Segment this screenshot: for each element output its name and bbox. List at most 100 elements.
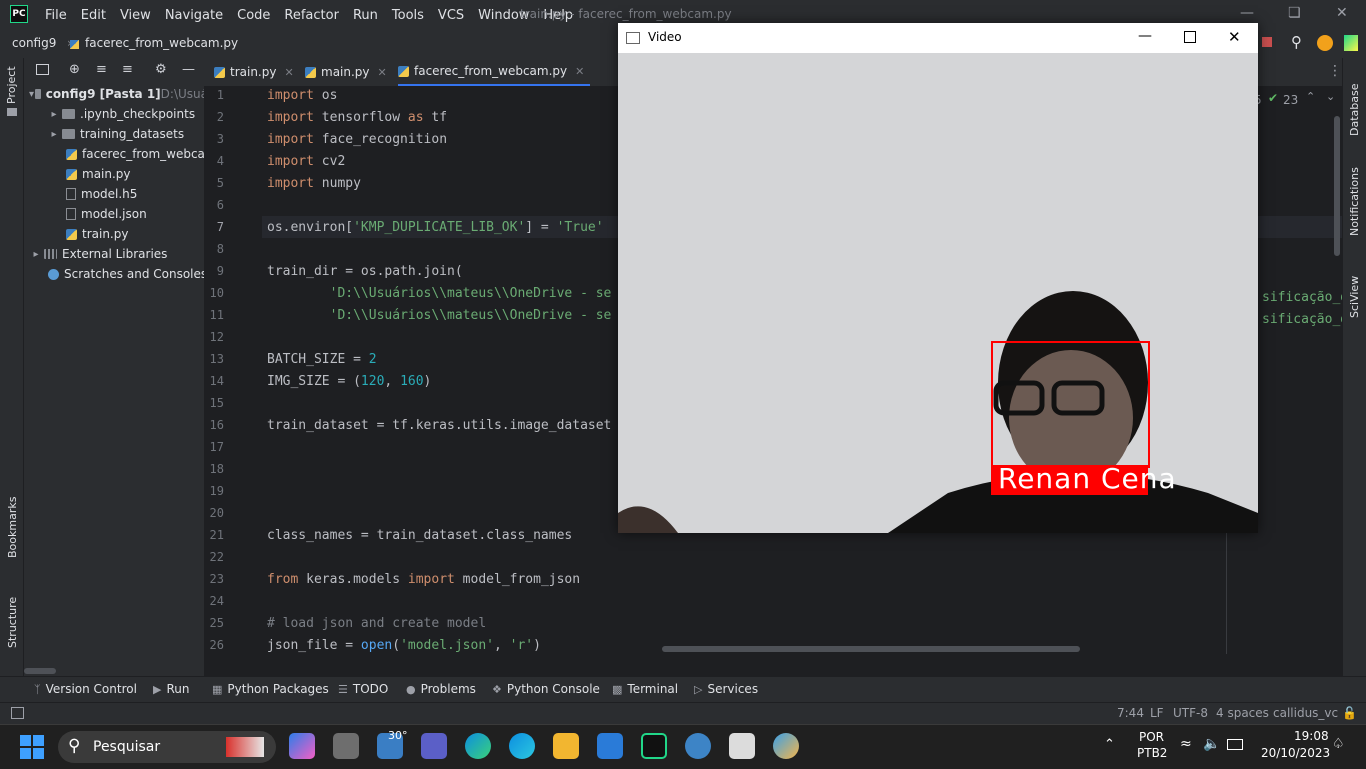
video-app-icon[interactable] — [729, 733, 755, 759]
code-line[interactable]: from keras.models import model_from_json — [267, 572, 580, 587]
battery-icon[interactable] — [1227, 739, 1243, 750]
tab-main-py[interactable]: main.py ✕ — [305, 58, 387, 86]
close-icon[interactable]: ✕ — [1336, 5, 1348, 21]
code-line[interactable]: IMG_SIZE = (120, 160) — [267, 374, 431, 389]
language-code[interactable]: POR — [1139, 730, 1164, 744]
restore-icon[interactable]: ❏ — [1288, 5, 1301, 21]
volume-icon[interactable]: 🔈 — [1203, 736, 1220, 752]
taskbar-search[interactable]: ⚲ Pesquisar — [58, 731, 276, 763]
structure-tool-label[interactable]: Structure — [6, 597, 19, 648]
code-line[interactable]: import tensorflow as tf — [267, 110, 447, 125]
close-tab-icon[interactable]: ✕ — [575, 65, 584, 78]
chevron-right-icon[interactable]: ▸ — [46, 129, 62, 140]
tree-item[interactable]: model.h5 — [24, 184, 226, 204]
tree-item[interactable]: Scratches and Consoles — [24, 264, 208, 284]
search-icon[interactable]: ⚲ — [1291, 33, 1302, 51]
file-explorer-icon[interactable] — [553, 733, 579, 759]
stop-icon[interactable] — [1262, 37, 1272, 47]
python-interpreter[interactable]: callidus_vc — [1273, 706, 1338, 720]
tree-item[interactable]: ▸ External Libraries — [24, 244, 208, 264]
close-tab-icon[interactable]: ✕ — [378, 66, 387, 79]
locate-icon[interactable]: ⊕ — [69, 62, 80, 77]
teams-icon[interactable] — [421, 733, 447, 759]
database-tool-label[interactable]: Database — [1348, 84, 1361, 137]
tree-item[interactable]: ▸ training_datasets — [24, 124, 226, 144]
settings-icon[interactable] — [685, 733, 711, 759]
breadcrumb-project[interactable]: config9 — [12, 36, 56, 50]
project-tool-label[interactable]: Project — [5, 60, 18, 104]
more-tabs-icon[interactable]: ⋮ — [1328, 63, 1342, 79]
code-line[interactable]: import numpy — [267, 176, 361, 191]
run-tool[interactable]: ▶ Run — [153, 682, 189, 696]
menu-edit[interactable]: Edit — [74, 8, 113, 23]
toggle-tool-windows-icon[interactable] — [11, 707, 24, 719]
chevron-right-icon[interactable]: ▸ — [28, 249, 44, 260]
collapse-all-icon[interactable]: ≡ — [122, 62, 133, 77]
tree-item[interactable]: model.json — [24, 204, 226, 224]
close-tab-icon[interactable]: ✕ — [284, 66, 293, 79]
version-control-tool[interactable]: ᛉ Version Control — [34, 682, 137, 696]
file-encoding[interactable]: UTF-8 — [1173, 706, 1208, 720]
tree-item[interactable]: main.py — [24, 164, 226, 184]
inspection-ok-count[interactable]: 23 — [1283, 93, 1298, 107]
lock-icon[interactable]: 🔓 — [1342, 706, 1357, 720]
edge-icon[interactable] — [465, 733, 491, 759]
tree-item[interactable]: ▸ .ipynb_checkpoints — [24, 104, 226, 124]
tree-item[interactable]: train.py — [24, 224, 226, 244]
code-line[interactable]: 'D:\\Usuários\\mateus\\OneDrive - se — [267, 308, 612, 323]
horizontal-scrollbar[interactable] — [24, 668, 56, 674]
python-packages-tool[interactable]: ▦ Python Packages — [212, 682, 329, 696]
start-button[interactable] — [20, 735, 44, 759]
tab-train-py[interactable]: train.py ✕ — [214, 58, 294, 86]
terminal-tool[interactable]: ▩ Terminal — [612, 682, 678, 696]
code-line[interactable]: # load json and create model — [267, 616, 486, 631]
keyboard-layout[interactable]: PTB2 — [1137, 746, 1167, 760]
tree-item[interactable]: facerec_from_webcam — [24, 144, 226, 164]
notifications-tool-label[interactable]: Notifications — [1348, 167, 1361, 236]
menu-file[interactable]: File — [38, 8, 74, 23]
line-separator[interactable]: LF — [1150, 706, 1164, 720]
problems-tool[interactable]: ● Problems — [406, 682, 476, 696]
menu-code[interactable]: Code — [230, 8, 277, 23]
ide-logo-icon[interactable] — [1344, 35, 1358, 51]
chevron-down-icon[interactable]: ▾ — [28, 89, 35, 100]
code-line[interactable]: train_dir = os.path.join( — [267, 264, 463, 279]
menu-vcs[interactable]: VCS — [431, 8, 471, 23]
chevron-up-icon[interactable]: ⌃ — [1104, 737, 1115, 752]
pycharm-logo-icon[interactable]: PC — [10, 5, 28, 23]
update-icon[interactable] — [1317, 35, 1333, 51]
wifi-icon[interactable]: ≈ — [1180, 736, 1192, 752]
close-icon[interactable]: ✕ — [1228, 28, 1241, 46]
caret-position[interactable]: 7:44 — [1117, 706, 1144, 720]
code-line[interactable]: import face_recognition — [267, 132, 447, 147]
minimize-icon[interactable]: — — [1240, 5, 1254, 21]
hide-panel-icon[interactable]: — — [182, 62, 195, 77]
minimize-icon[interactable]: — — [1138, 28, 1152, 44]
code-line[interactable]: class_names = train_dataset.class_names — [267, 528, 572, 543]
code-line[interactable]: 'D:\\Usuários\\mateus\\OneDrive - se — [267, 286, 612, 301]
horizontal-scrollbar[interactable] — [662, 646, 1080, 652]
code-line[interactable]: train_dataset = tf.keras.utils.image_dat… — [267, 418, 611, 433]
copilot-icon[interactable] — [289, 733, 315, 759]
tree-item[interactable]: ▾ config9 [Pasta 1] D:\Usuá — [24, 84, 208, 104]
previous-highlight-icon[interactable]: ⌃ — [1306, 90, 1315, 103]
menu-refactor[interactable]: Refactor — [277, 8, 346, 23]
code-line[interactable]: json_file = open('model.json', 'r') — [267, 638, 541, 653]
python-idle-icon[interactable] — [773, 733, 799, 759]
menu-tools[interactable]: Tools — [385, 8, 431, 23]
bookmarks-tool-label[interactable]: Bookmarks — [6, 497, 19, 558]
code-line[interactable]: import os — [267, 88, 337, 103]
indent-setting[interactable]: 4 spaces — [1216, 706, 1269, 720]
expand-all-icon[interactable]: ≡ — [96, 62, 107, 77]
panel-layout-icon[interactable] — [36, 64, 49, 75]
menu-view[interactable]: View — [113, 8, 158, 23]
code-line[interactable]: BATCH_SIZE = 2 — [267, 352, 377, 367]
menu-navigate[interactable]: Navigate — [158, 8, 230, 23]
code-line[interactable]: import cv2 — [267, 154, 345, 169]
edge-dev-icon[interactable] — [509, 733, 535, 759]
menu-run[interactable]: Run — [346, 8, 385, 23]
clock-date[interactable]: 20/10/2023 — [1261, 746, 1330, 760]
pycharm-icon[interactable] — [641, 733, 667, 759]
python-console-tool[interactable]: ❖ Python Console — [492, 682, 600, 696]
code-line[interactable]: os.environ['KMP_DUPLICATE_LIB_OK'] = 'Tr… — [267, 220, 604, 235]
